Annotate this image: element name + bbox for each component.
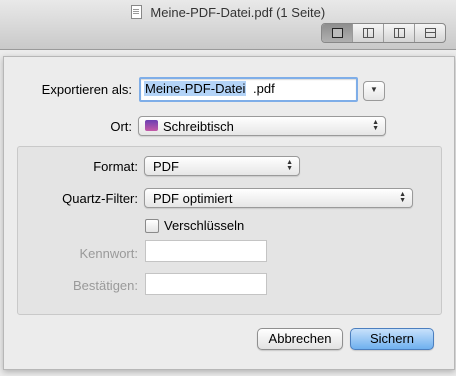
location-popup[interactable]: Schreibtisch ▲ ▼ [138,116,386,136]
popup-arrows-icon: ▲ ▼ [372,119,379,132]
save-button[interactable]: Sichern [350,328,434,350]
location-label: Ort: [110,119,132,134]
grid-icon [425,28,436,38]
two-pages-view-button[interactable] [383,24,414,42]
confirm-password-label: Bestätigen: [72,278,138,293]
filename-selected-text: Meine-PDF-Datei [144,81,247,96]
two-column-icon [363,28,374,38]
window-title-wrap: Meine-PDF-Datei.pdf (1 Seite) [0,5,456,20]
export-sheet: Exportieren als: Meine-PDF-Datei .pdf ▼ … [3,56,455,370]
quartz-filter-value: PDF optimiert [153,191,233,206]
window-title: Meine-PDF-Datei.pdf (1 Seite) [150,5,326,20]
filename-field[interactable]: Meine-PDF-Datei .pdf [139,77,358,102]
two-pages-icon [394,28,405,38]
grid-view-button[interactable] [414,24,445,42]
encrypt-checkbox[interactable] [145,219,159,233]
password-field[interactable] [145,240,267,262]
single-page-view-button[interactable] [322,24,352,42]
quartz-filter-label: Quartz-Filter: [62,191,138,206]
expand-dialog-button[interactable]: ▼ [363,81,385,101]
popup-arrows-icon: ▲ ▼ [399,191,406,204]
single-page-icon [332,28,343,38]
two-column-view-button[interactable] [352,24,383,42]
location-value: Schreibtisch [163,119,234,134]
format-value: PDF [153,159,179,174]
chevron-down-icon: ▼ [370,85,378,94]
password-label: Kennwort: [79,246,138,261]
filename-extension: .pdf [253,81,275,96]
document-icon [130,5,142,19]
title-bar: Meine-PDF-Datei.pdf (1 Seite) [0,0,456,50]
encrypt-label: Verschlüsseln [164,218,245,233]
format-popup[interactable]: PDF ▲ ▼ [144,156,300,176]
format-label: Format: [93,159,138,174]
export-as-label: Exportieren als: [41,82,132,97]
popup-arrows-icon: ▲ ▼ [286,159,293,172]
confirm-password-field[interactable] [145,273,267,295]
quartz-filter-popup[interactable]: PDF optimiert ▲ ▼ [144,188,413,208]
desktop-folder-icon [145,120,158,131]
view-mode-segmented-control [321,23,446,43]
cancel-button[interactable]: Abbrechen [257,328,343,350]
